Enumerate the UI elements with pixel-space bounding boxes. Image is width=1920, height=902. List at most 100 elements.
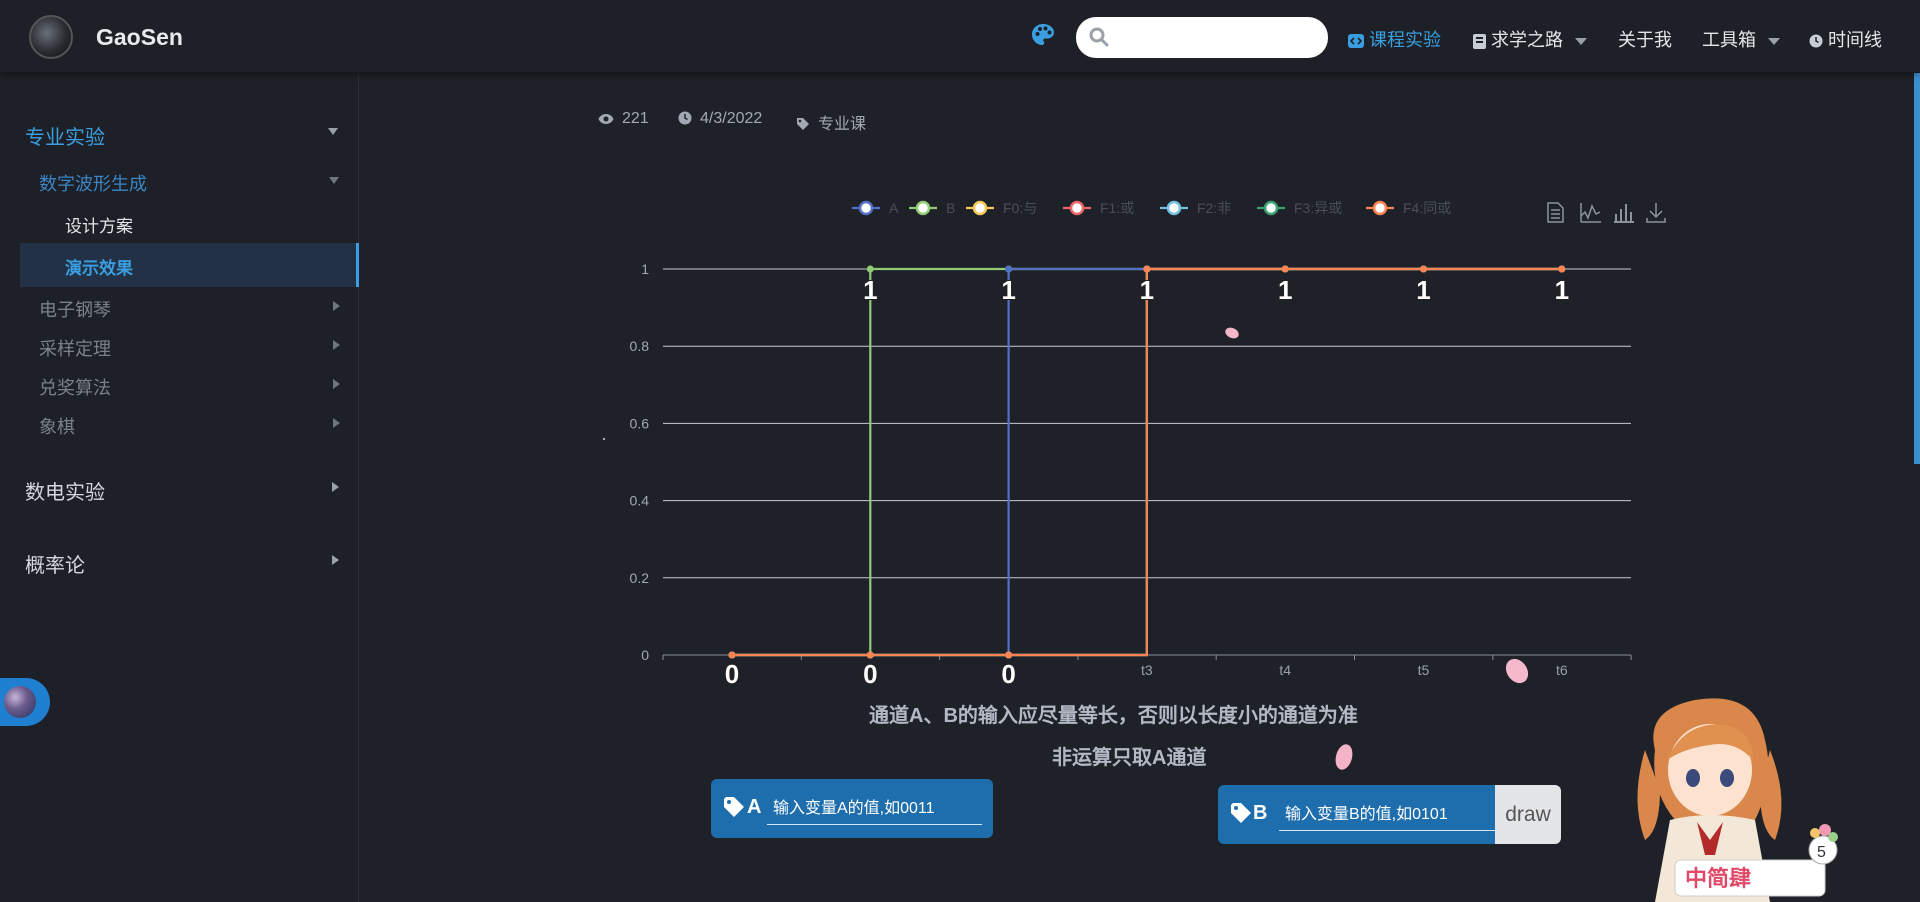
search-input[interactable] (1120, 25, 1316, 50)
legend-label: F1:或 (1100, 200, 1134, 216)
data-point (1558, 265, 1566, 273)
sidebar-section-digital-circuits[interactable]: 数电实验 (25, 476, 105, 505)
draw-button[interactable]: draw (1495, 785, 1561, 844)
data-point (1143, 265, 1151, 273)
sidebar-item-label: 采样定理 (39, 339, 111, 359)
data-point (1005, 265, 1013, 273)
chevron-right-icon[interactable] (332, 555, 339, 565)
sidebar-item-label: 演示效果 (65, 259, 133, 278)
input-b-field[interactable] (1279, 799, 1495, 831)
sidebar-item-label: 设计方案 (65, 217, 133, 236)
legend-label: F3:异或 (1294, 200, 1342, 216)
chevron-right-icon[interactable] (333, 379, 340, 389)
download-icon[interactable] (1646, 203, 1666, 223)
sidebar-section-probability[interactable]: 概率论 (25, 549, 85, 578)
data-label: 1 (1278, 275, 1292, 305)
data-label: 1 (1555, 275, 1569, 305)
data-point (1005, 651, 1013, 659)
sidebar-item-chess[interactable]: 象棋 (39, 413, 75, 439)
search-box[interactable] (1076, 17, 1328, 58)
bar-chart-icon[interactable] (1614, 204, 1634, 223)
input-group-b: B (1218, 785, 1495, 844)
data-label: 0 (863, 659, 877, 689)
line-chart-icon[interactable] (1580, 203, 1601, 223)
chevron-down-icon (1575, 37, 1587, 45)
sidebar-item-label: 兑奖算法 (39, 378, 111, 398)
legend-marker (1069, 200, 1085, 216)
sidebar-section-label: 专业实验 (25, 127, 105, 149)
sidebar-item-waveform[interactable]: 数字波形生成 (39, 170, 147, 196)
sidebar-item-sampling[interactable]: 采样定理 (39, 335, 111, 361)
sidebar-item-design[interactable]: 设计方案 (65, 212, 133, 237)
scrollbar-thumb[interactable] (1914, 56, 1920, 464)
site-brand[interactable]: GaoSen (96, 24, 183, 51)
music-player-button[interactable] (0, 678, 50, 726)
chevron-down-icon[interactable] (329, 177, 339, 184)
nav-course-experiments[interactable]: 课程实验 (1348, 26, 1441, 52)
sidebar-item-piano[interactable]: 电子钢琴 (39, 296, 111, 322)
stray-dot (602, 437, 606, 441)
legend-label: A (889, 200, 899, 216)
legend-label: F2:非 (1197, 200, 1231, 216)
chevron-down-icon[interactable] (328, 128, 338, 135)
data-label: 0 (1001, 659, 1015, 689)
sidebar-item-label: 电子钢琴 (39, 300, 111, 320)
data-label: 0 (725, 659, 739, 689)
post-date: 4/3/2022 (700, 110, 763, 127)
nav-label: 关于我 (1618, 30, 1672, 50)
input-a-label: A (747, 796, 762, 818)
data-point (1420, 265, 1427, 273)
waveform-chart: 0 0.2 0.4 0.6 0.8 1 t3 t4 t5 t6 0 0 0 1 1 1 1 1 1 A B F0:与 F1:… (602, 200, 1666, 690)
code-icon (1348, 34, 1364, 49)
nav-about-me[interactable]: 关于我 (1618, 26, 1672, 52)
legend-marker (1372, 200, 1388, 216)
x-tick-label: t3 (1141, 662, 1153, 678)
data-point (728, 651, 736, 659)
top-header: GaoSen 课程实验 求学之路 关于我 工具箱 时间线 (0, 0, 1920, 73)
category-tag: 专业课 (818, 116, 867, 133)
chevron-right-icon[interactable] (333, 301, 340, 311)
nav-label: 求学之路 (1491, 30, 1563, 50)
meta-date: 4/3/2022 (678, 110, 762, 128)
nav-toolbox[interactable]: 工具箱 (1702, 26, 1780, 52)
tag-icon (797, 118, 809, 130)
petal-decoration (1335, 744, 1353, 770)
meta-category[interactable]: 专业课 (796, 110, 866, 134)
data-label: 1 (1416, 275, 1430, 305)
nav-study-path[interactable]: 求学之路 (1473, 26, 1587, 52)
sidebar-section-label: 数电实验 (25, 482, 105, 504)
data-point (866, 265, 874, 273)
sidebar-item-demo[interactable]: 演示效果 (20, 243, 359, 287)
x-tick-label: t6 (1556, 662, 1568, 678)
data-point (866, 651, 874, 659)
book-icon (1473, 33, 1486, 49)
x-tick-label: t4 (1279, 662, 1291, 678)
petal-decoration (1225, 327, 1239, 339)
chevron-right-icon[interactable] (332, 482, 339, 492)
sidebar-item-lottery[interactable]: 兑奖算法 (39, 374, 111, 400)
chevron-right-icon[interactable] (333, 418, 340, 428)
y-tick-label: 0.6 (630, 415, 650, 431)
data-label: 1 (1140, 275, 1154, 305)
clock-icon (1809, 34, 1823, 48)
sidebar-section-major-experiments[interactable]: 专业实验 (25, 121, 105, 150)
chevron-down-icon (1768, 37, 1780, 45)
input-a-field[interactable] (767, 793, 982, 825)
legend-label: B (946, 200, 955, 216)
x-tick-label: t5 (1418, 662, 1430, 678)
avatar[interactable] (29, 15, 73, 59)
input-group-a: A (711, 779, 993, 838)
sidebar-item-label: 数字波形生成 (39, 174, 147, 194)
clock-icon (678, 111, 692, 125)
sidebar-section-label: 概率论 (25, 555, 85, 577)
nav-label: 课程实验 (1369, 30, 1441, 50)
palette-icon[interactable] (1030, 22, 1056, 48)
nav-timeline[interactable]: 时间线 (1809, 26, 1882, 52)
mascot-widget[interactable]: 中简肆 5 (1615, 690, 1855, 902)
globe-icon (4, 686, 36, 718)
note-length: 通道A、B的输入应尽量等长，否则以长度小的通道为准 (869, 705, 1358, 727)
data-view-icon[interactable] (1547, 202, 1564, 223)
legend-marker (858, 200, 874, 216)
nav-label: 工具箱 (1702, 30, 1756, 50)
chevron-right-icon[interactable] (333, 340, 340, 350)
